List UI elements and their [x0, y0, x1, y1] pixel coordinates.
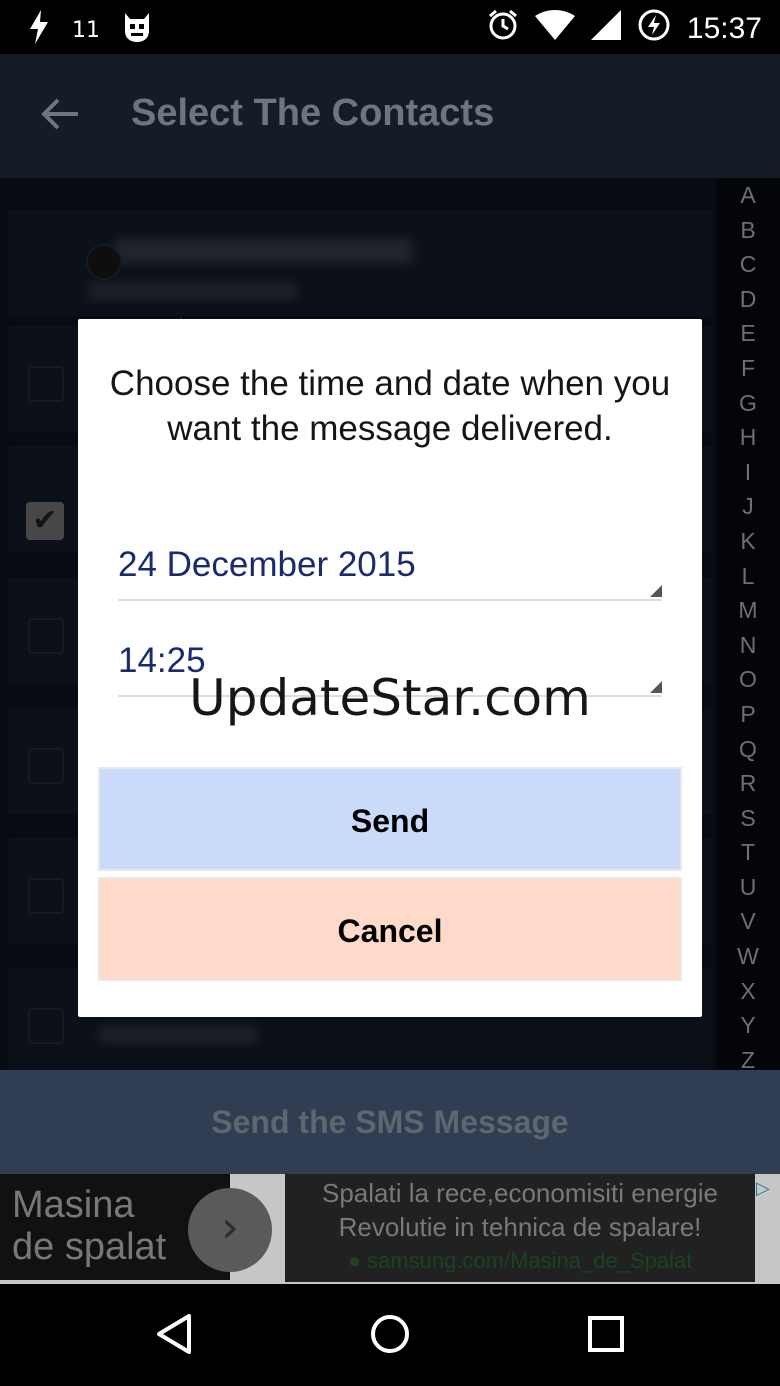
- date-value: 24 December 2015: [118, 545, 416, 584]
- send-button[interactable]: Send: [98, 767, 682, 871]
- flash-notification-icon: [28, 10, 50, 50]
- cancel-button[interactable]: Cancel: [98, 877, 682, 981]
- nav-back-icon[interactable]: [153, 1312, 197, 1356]
- notification-count: 11: [72, 17, 100, 43]
- nav-home-icon[interactable]: [368, 1312, 412, 1356]
- wifi-icon: [534, 10, 575, 48]
- nav-recents-icon[interactable]: [584, 1312, 628, 1356]
- navigation-bar: [0, 1284, 780, 1386]
- dropdown-triangle-icon: [650, 585, 662, 597]
- alarm-icon: [487, 9, 519, 49]
- dialog-message: Choose the time and date when you want t…: [109, 364, 671, 448]
- status-bar: 11 15:37: [0, 0, 780, 54]
- cyanogen-mascot-icon: [122, 11, 152, 49]
- clock-time: 15:37: [686, 12, 762, 45]
- battery-charging-icon: [637, 8, 671, 50]
- signal-icon: [590, 10, 621, 48]
- date-picker-field[interactable]: 24 December 2015: [118, 531, 662, 601]
- watermark-text: UpdateStar.com: [189, 669, 591, 727]
- schedule-dialog: Choose the time and date when you want t…: [78, 319, 702, 1017]
